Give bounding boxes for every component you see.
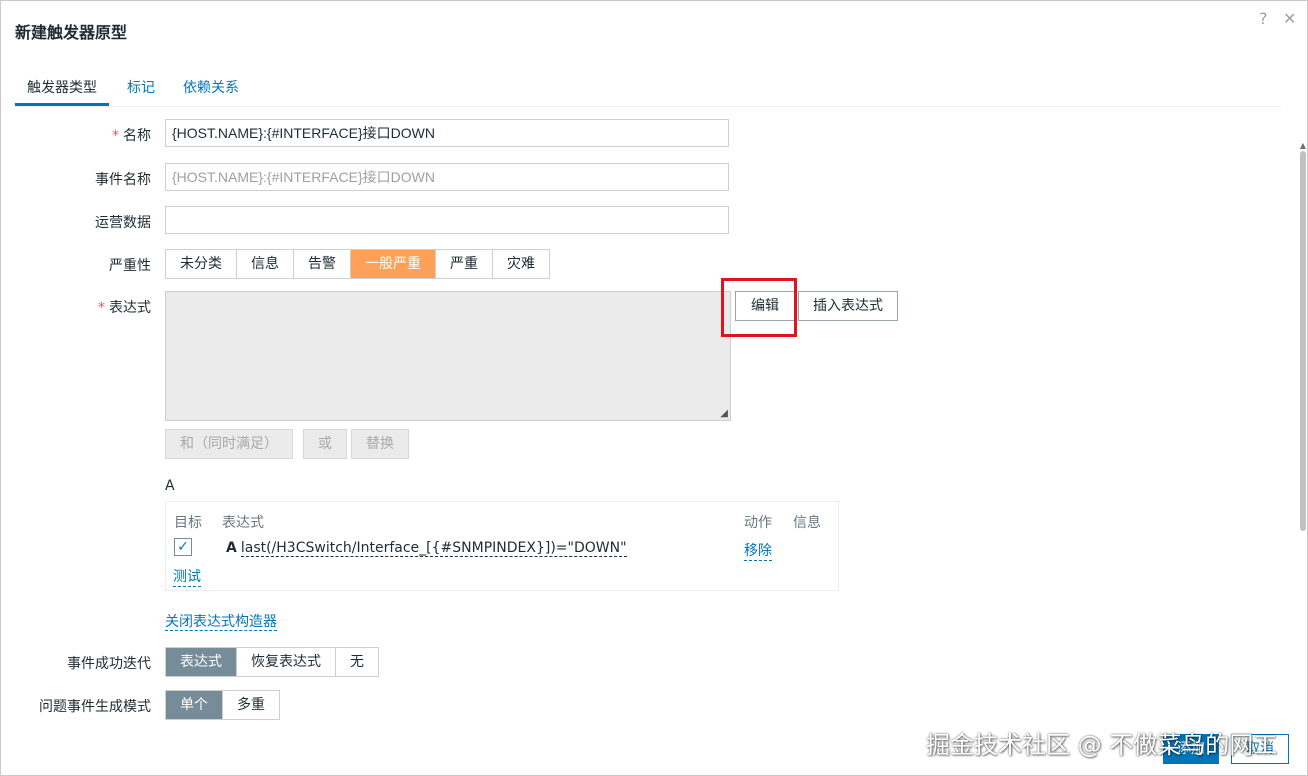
expression-label: * 表达式	[98, 300, 151, 316]
opdata-label: 运营数据	[95, 215, 151, 231]
event-name-label: 事件名称	[95, 172, 151, 188]
tab-trigger-type[interactable]: 触发器类型	[15, 77, 109, 106]
ok-event-option-none[interactable]: 无	[336, 648, 378, 676]
severity-option-not-classified[interactable]: 未分类	[166, 250, 237, 278]
test-link[interactable]: 测试	[173, 566, 201, 587]
tab-tags[interactable]: 标记	[127, 77, 155, 97]
ok-event-selector: 表达式 恢复表达式 无	[165, 647, 379, 677]
ok-event-option-expression[interactable]: 表达式	[166, 648, 237, 676]
severity-option-high[interactable]: 严重	[436, 250, 493, 278]
header-info: 信息	[793, 515, 821, 531]
header-expression: 表达式	[222, 515, 264, 531]
target-checkbox[interactable]: ✓	[174, 538, 192, 556]
expression-id: A	[226, 540, 237, 556]
close-builder-wrapper: 关闭表达式构造器	[165, 611, 277, 631]
expression-textarea[interactable]: ◢	[165, 291, 731, 421]
required-marker: *	[98, 300, 105, 316]
and-button[interactable]: 和（同时满足）	[165, 429, 293, 459]
scroll-thumb[interactable]	[1300, 151, 1306, 531]
name-label: * 名称	[112, 128, 151, 144]
expression-builder-table: 目标 表达式 动作 信息 ✓ Alast(/H3CSwitch/Interfac…	[165, 501, 839, 591]
edit-expression-button[interactable]: 编辑	[735, 291, 795, 321]
severity-selector: 未分类 信息 告警 一般严重 严重 灾难	[165, 249, 550, 279]
problem-mode-label: 问题事件生成模式	[39, 699, 151, 715]
trigger-prototype-dialog: 新建触发器原型 ? ✕ ▲ ▼ 触发器类型 标记 依赖关系 *名称 {HOST.…	[0, 0, 1308, 776]
close-icon[interactable]: ✕	[1283, 9, 1296, 28]
help-icon[interactable]: ?	[1259, 9, 1268, 28]
expression-group-label: A	[165, 478, 175, 494]
opdata-field[interactable]	[165, 206, 729, 234]
table-row: Alast(/H3CSwitch/Interface_[{#SNMPINDEX}…	[226, 540, 627, 557]
header-action: 动作	[744, 515, 772, 531]
tab-bar: 触发器类型 标记 依赖关系	[15, 71, 1281, 107]
problem-mode-option-single[interactable]: 单个	[166, 691, 223, 719]
or-button[interactable]: 或	[303, 429, 347, 459]
add-button[interactable]: 添加	[1163, 734, 1219, 764]
resize-handle-icon[interactable]: ◢	[720, 408, 728, 419]
remove-link[interactable]: 移除	[744, 540, 772, 561]
watermark: 掘金技术社区 @ 不做菜鸟的网工	[926, 731, 1278, 759]
scroll-up-icon[interactable]: ▲	[1300, 141, 1306, 150]
problem-mode-selector: 单个 多重	[165, 690, 280, 720]
cancel-button[interactable]: 取消	[1231, 734, 1289, 764]
tab-dependencies[interactable]: 依赖关系	[183, 77, 239, 97]
severity-label: 严重性	[109, 258, 151, 274]
severity-option-information[interactable]: 信息	[237, 250, 294, 278]
replace-button[interactable]: 替换	[351, 429, 409, 459]
severity-option-average[interactable]: 一般严重	[351, 250, 436, 278]
dialog-title: 新建触发器原型	[15, 23, 128, 42]
ok-event-option-recovery[interactable]: 恢复表达式	[237, 648, 336, 676]
problem-mode-option-multiple[interactable]: 多重	[223, 691, 279, 719]
check-icon: ✓	[177, 539, 189, 555]
ok-event-label: 事件成功迭代	[67, 656, 151, 672]
scrollbar[interactable]: ▲ ▼	[1299, 71, 1307, 721]
required-marker: *	[112, 128, 119, 144]
insert-expression-button[interactable]: 插入表达式	[798, 291, 898, 321]
severity-option-disaster[interactable]: 灾难	[493, 250, 549, 278]
severity-option-warning[interactable]: 告警	[294, 250, 351, 278]
close-builder-link[interactable]: 关闭表达式构造器	[165, 614, 277, 631]
name-field[interactable]: {HOST.NAME}:{#INTERFACE}接口DOWN	[165, 119, 729, 147]
event-name-field[interactable]: {HOST.NAME}:{#INTERFACE}接口DOWN	[165, 163, 729, 191]
expression-link[interactable]: last(/H3CSwitch/Interface_[{#SNMPINDEX}]…	[240, 540, 627, 557]
header-target: 目标	[174, 515, 202, 531]
